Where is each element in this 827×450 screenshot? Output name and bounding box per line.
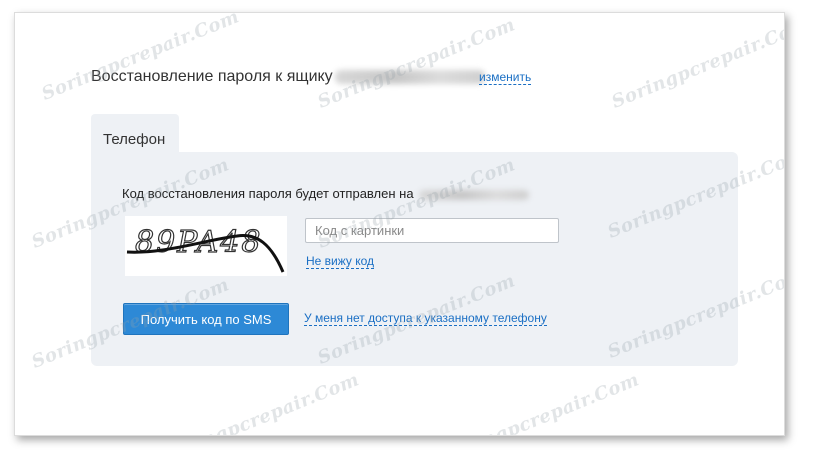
watermark: Soringpcrepair.Com bbox=[608, 14, 785, 113]
page-title-text: Восстановление пароля к ящику bbox=[91, 68, 333, 85]
captcha-svg: 89PA48 bbox=[126, 224, 285, 273]
watermark: Soringpcrepair.Com bbox=[314, 14, 519, 113]
page-title: Восстановление пароля к ящику bbox=[91, 68, 485, 86]
no-phone-access-link[interactable]: У меня нет доступа к указанному телефону bbox=[304, 312, 547, 326]
get-sms-code-button[interactable]: Получить код по SMS bbox=[123, 303, 289, 335]
cant-see-code-link[interactable]: Не вижу код bbox=[306, 255, 375, 269]
tab-phone-label: Телефон bbox=[103, 131, 166, 148]
tab-phone[interactable]: Телефон bbox=[91, 114, 179, 154]
blurred-phone bbox=[419, 189, 530, 200]
info-text-label: Код восстановления пароля будет отправле… bbox=[122, 186, 414, 201]
info-text: Код восстановления пароля будет отправле… bbox=[122, 186, 530, 201]
watermark: Soringpcrepair.Com bbox=[38, 12, 243, 105]
phone-panel: Код восстановления пароля будет отправле… bbox=[91, 152, 738, 366]
blurred-email bbox=[334, 69, 485, 84]
captcha-image: 89PA48 bbox=[125, 216, 287, 276]
captcha-input[interactable] bbox=[305, 218, 559, 243]
dialog-frame: Восстановление пароля к ящику изменить Т… bbox=[14, 12, 785, 436]
watermark: Soringpcrepair.Com bbox=[158, 369, 363, 436]
change-email-link[interactable]: изменить bbox=[479, 71, 532, 85]
watermark: Soringpcrepair.Com bbox=[438, 369, 643, 436]
